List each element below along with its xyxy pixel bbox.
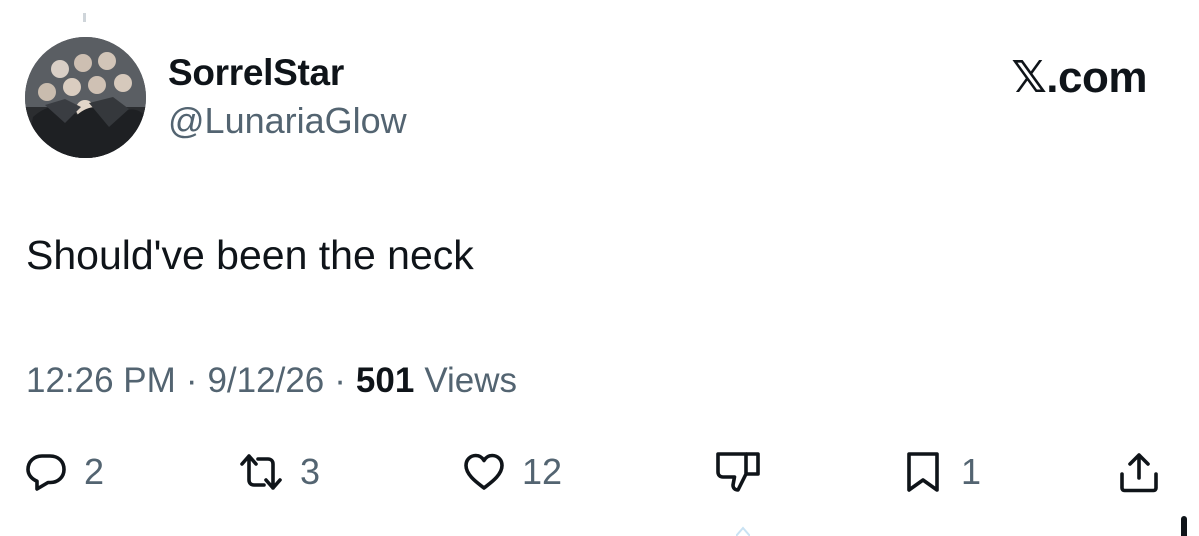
scroll-indicator <box>1181 516 1187 536</box>
bookmark-icon <box>907 452 939 492</box>
display-name[interactable]: SorrelStar <box>168 52 344 94</box>
tweet-date[interactable]: 9/12/26 <box>207 361 324 401</box>
faint-decoration-icon <box>736 526 750 536</box>
repost-icon <box>240 454 282 490</box>
share-button[interactable] <box>1117 442 1161 502</box>
tweet-meta: 12:26 PM · 9/12/26 · 501 Views <box>26 361 517 401</box>
share-icon <box>1120 453 1158 493</box>
top-edge-mark <box>83 13 86 22</box>
thumbs-down-icon <box>716 452 760 492</box>
reply-count: 2 <box>84 451 105 492</box>
avatar[interactable] <box>25 37 146 158</box>
tweet-screenshot: SorrelStar @LunariaGlow 𝕏.com Should've … <box>0 0 1199 536</box>
meta-separator: · <box>334 361 346 400</box>
repost-button[interactable]: 3 <box>238 442 320 502</box>
bookmark-count: 1 <box>961 451 982 492</box>
dislike-button[interactable] <box>714 442 762 502</box>
brand-logo: 𝕏.com <box>1011 53 1147 102</box>
like-count: 12 <box>522 451 563 492</box>
views-label: Views <box>424 361 518 400</box>
reply-icon <box>26 454 66 491</box>
like-button[interactable]: 12 <box>462 442 562 502</box>
reply-button[interactable]: 2 <box>24 442 104 502</box>
views-count[interactable]: 501 <box>356 361 414 401</box>
tweet-text: Should've been the neck <box>26 232 474 278</box>
repost-count: 3 <box>300 451 321 492</box>
heart-icon <box>464 453 504 490</box>
user-handle[interactable]: @LunariaGlow <box>168 100 407 142</box>
meta-separator: · <box>185 361 198 400</box>
action-bar: 2 3 12 1 <box>0 442 1199 502</box>
bookmark-button[interactable]: 1 <box>901 442 981 502</box>
group-photo-avatar-icon <box>25 37 146 158</box>
tweet-time[interactable]: 12:26 PM <box>26 361 176 401</box>
